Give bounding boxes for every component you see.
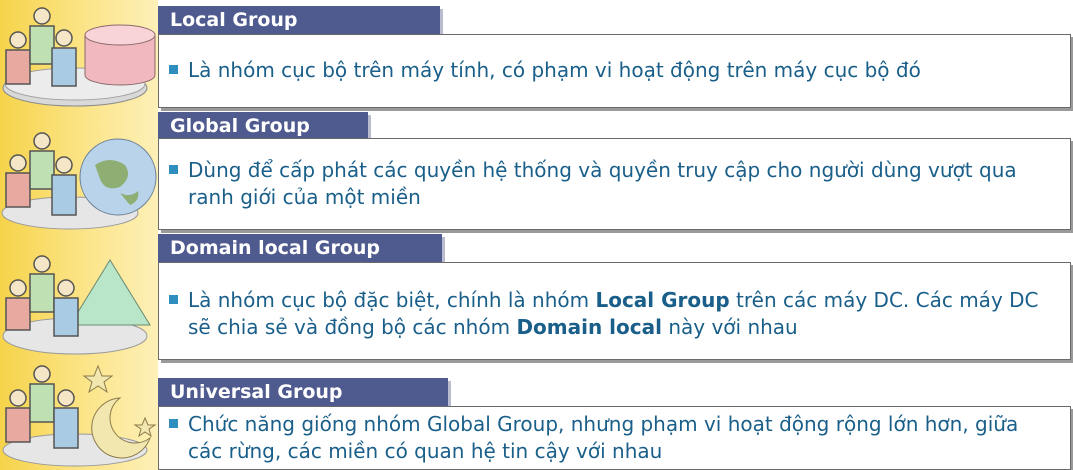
description-text: Chức năng giống nhóm Global Group, nhưng… xyxy=(188,412,1019,463)
section-body: Là nhóm cục bộ đặc biệt, chính là nhóm L… xyxy=(158,262,1071,360)
bullet-icon xyxy=(169,165,178,174)
bullet-icon xyxy=(169,419,178,428)
section-description: Là nhóm cục bộ đặc biệt, chính là nhóm L… xyxy=(169,287,1056,341)
people-with-triangle-icon xyxy=(0,250,160,360)
section-description: Dùng để cấp phát các quyền hệ thống và q… xyxy=(169,157,1056,211)
bullet-icon xyxy=(169,295,178,304)
description-text: này với nhau xyxy=(661,315,798,339)
section-description: Chức năng giống nhóm Global Group, nhưng… xyxy=(169,411,1056,465)
section-universal-group: Universal Group Chức năng giống nhóm Glo… xyxy=(158,378,1073,470)
section-description: Là nhóm cục bộ trên máy tính, có phạm vi… xyxy=(169,57,1056,84)
description-bold-text: Domain local xyxy=(516,315,662,339)
description-text: Là nhóm cục bộ đặc biệt, chính là nhóm xyxy=(188,288,596,312)
people-with-database-icon xyxy=(0,0,160,110)
section-body: Là nhóm cục bộ trên máy tính, có phạm vi… xyxy=(158,34,1071,108)
description-text: Dùng để cấp phát các quyền hệ thống và q… xyxy=(188,158,1017,209)
section-title: Global Group xyxy=(158,112,368,140)
section-title: Domain local Group xyxy=(158,234,442,262)
description-bold-text: Local Group xyxy=(595,288,730,312)
section-body: Chức năng giống nhóm Global Group, nhưng… xyxy=(158,406,1071,470)
people-with-globe-icon xyxy=(0,125,160,235)
section-title: Universal Group xyxy=(158,378,448,406)
section-domain-local-group: Domain local Group Là nhóm cục bộ đặc bi… xyxy=(158,234,1073,364)
section-title: Local Group xyxy=(158,6,440,34)
description-text: Là nhóm cục bộ trên máy tính, có phạm vi… xyxy=(188,58,921,82)
section-local-group: Local Group Là nhóm cục bộ trên máy tính… xyxy=(158,6,1073,114)
people-with-moon-stars-icon xyxy=(0,358,160,470)
section-body: Dùng để cấp phát các quyền hệ thống và q… xyxy=(158,138,1071,230)
section-global-group: Global Group Dùng để cấp phát các quyền … xyxy=(158,112,1073,236)
bullet-icon xyxy=(169,65,178,74)
